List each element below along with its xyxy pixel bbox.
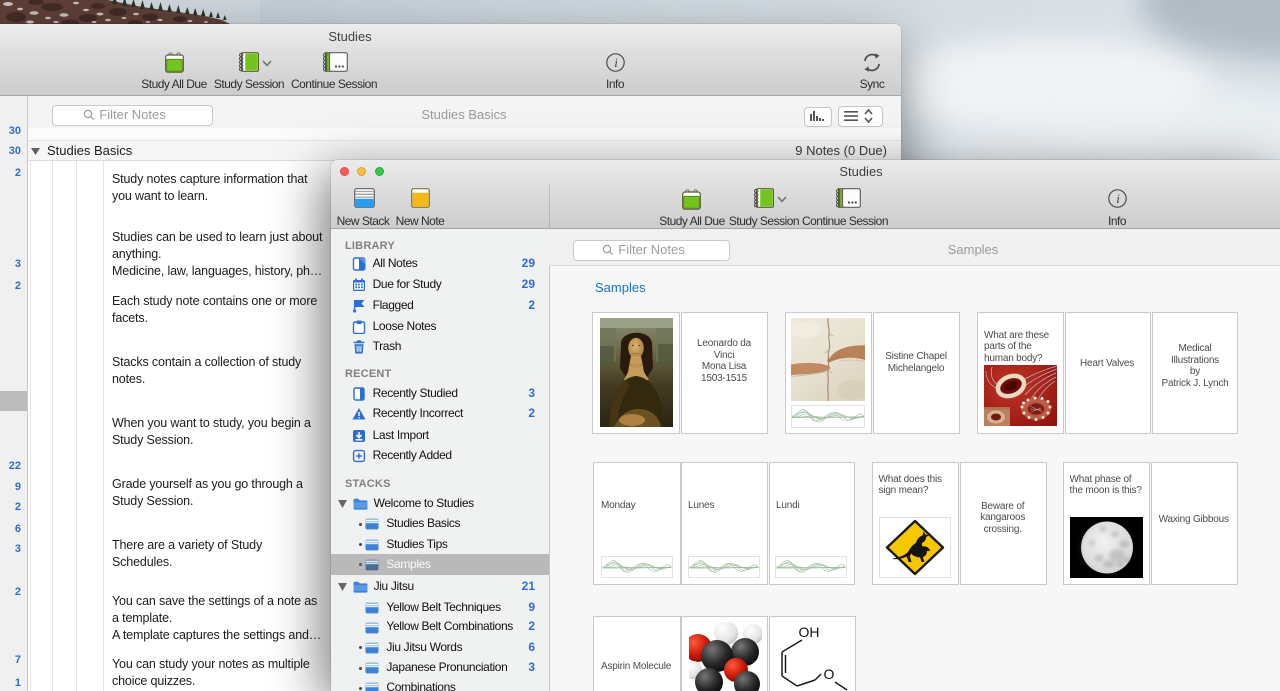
svg-text:i: i <box>614 55 618 70</box>
svg-text:i: i <box>1116 191 1120 206</box>
svg-text:OH: OH <box>798 624 819 640</box>
svg-text:O: O <box>823 666 834 682</box>
